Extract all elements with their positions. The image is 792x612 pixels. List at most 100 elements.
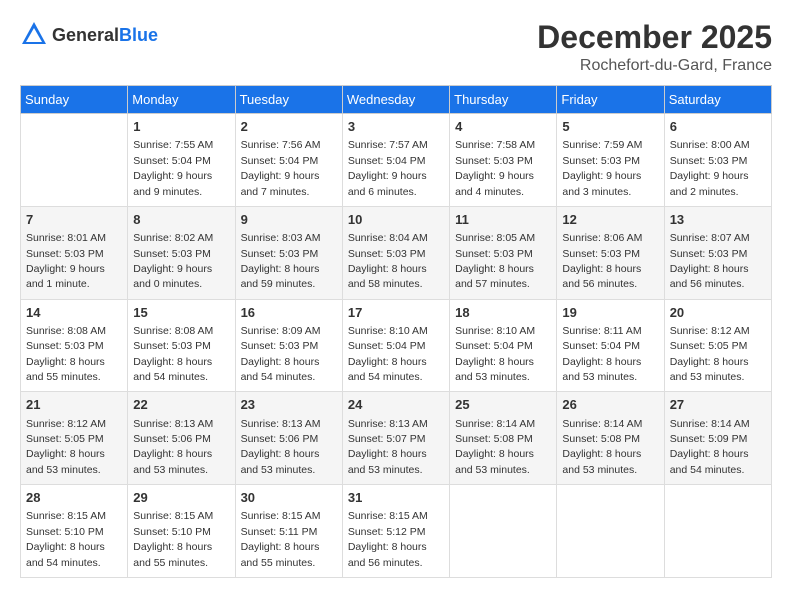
day-number: 29 [133,489,229,507]
day-number: 30 [241,489,337,507]
table-row: 15 Sunrise: 8:08 AMSunset: 5:03 PMDayligh… [128,299,235,392]
day-number: 9 [241,211,337,229]
table-row: 30 Sunrise: 8:15 AMSunset: 5:11 PMDayligh… [235,485,342,578]
table-row: 14 Sunrise: 8:08 AMSunset: 5:03 PMDayligh… [21,299,128,392]
page-container: GeneralBlue December 2025 Rochefort-du-G… [0,0,792,588]
day-number: 12 [562,211,658,229]
col-tuesday: Tuesday [235,86,342,114]
table-row: 21 Sunrise: 8:12 AMSunset: 5:05 PMDayligh… [21,392,128,485]
table-row: 19 Sunrise: 8:11 AMSunset: 5:04 PMDayligh… [557,299,664,392]
day-number: 26 [562,396,658,414]
day-number: 22 [133,396,229,414]
logo-blue: Blue [119,25,158,45]
col-monday: Monday [128,86,235,114]
day-number: 16 [241,304,337,322]
day-number: 13 [670,211,766,229]
table-row: 29 Sunrise: 8:15 AMSunset: 5:10 PMDayligh… [128,485,235,578]
calendar-header-row: Sunday Monday Tuesday Wednesday Thursday… [21,86,772,114]
day-info: Sunrise: 7:57 AMSunset: 5:04 PMDaylight:… [348,139,428,197]
day-number: 17 [348,304,444,322]
day-info: Sunrise: 8:12 AMSunset: 5:05 PMDaylight:… [26,418,106,476]
day-info: Sunrise: 8:06 AMSunset: 5:03 PMDaylight:… [562,232,642,290]
table-row: 9 Sunrise: 8:03 AMSunset: 5:03 PMDaylight… [235,206,342,299]
table-row: 7 Sunrise: 8:01 AMSunset: 5:03 PMDaylight… [21,206,128,299]
col-friday: Friday [557,86,664,114]
header: GeneralBlue December 2025 Rochefort-du-G… [20,20,772,75]
table-row: 11Sunrise: 8:05 AMSunset: 5:03 PMDayligh… [450,206,557,299]
day-info: Sunrise: 8:11 AMSunset: 5:04 PMDaylight:… [562,325,641,383]
day-number: 10 [348,211,444,229]
table-row: 26 Sunrise: 8:14 AMSunset: 5:08 PMDayligh… [557,392,664,485]
table-row: 12 Sunrise: 8:06 AMSunset: 5:03 PMDayligh… [557,206,664,299]
day-number: 2 [241,118,337,136]
day-info: Sunrise: 8:13 AMSunset: 5:07 PMDaylight:… [348,418,428,476]
day-number: 20 [670,304,766,322]
table-row: 22 Sunrise: 8:13 AMSunset: 5:06 PMDayligh… [128,392,235,485]
day-number: 4 [455,118,551,136]
table-row: 28 Sunrise: 8:15 AMSunset: 5:10 PMDayligh… [21,485,128,578]
day-info: Sunrise: 8:13 AMSunset: 5:06 PMDaylight:… [241,418,321,476]
col-thursday: Thursday [450,86,557,114]
day-info: Sunrise: 8:14 AMSunset: 5:08 PMDaylight:… [562,418,642,476]
table-row: 18 Sunrise: 8:10 AMSunset: 5:04 PMDayligh… [450,299,557,392]
day-number: 18 [455,304,551,322]
day-number: 28 [26,489,122,507]
logo-general: General [52,25,119,45]
col-sunday: Sunday [21,86,128,114]
day-number: 7 [26,211,122,229]
day-info: Sunrise: 8:15 AMSunset: 5:12 PMDaylight:… [348,510,428,568]
table-row: 1 Sunrise: 7:55 AMSunset: 5:04 PMDaylight… [128,114,235,207]
calendar-week-row: 21 Sunrise: 8:12 AMSunset: 5:05 PMDayligh… [21,392,772,485]
calendar-week-row: 28 Sunrise: 8:15 AMSunset: 5:10 PMDayligh… [21,485,772,578]
day-number: 8 [133,211,229,229]
calendar-week-row: 14 Sunrise: 8:08 AMSunset: 5:03 PMDayligh… [21,299,772,392]
day-info: Sunrise: 7:55 AMSunset: 5:04 PMDaylight:… [133,139,213,197]
table-row: 3 Sunrise: 7:57 AMSunset: 5:04 PMDaylight… [342,114,449,207]
day-number: 21 [26,396,122,414]
table-row: 20 Sunrise: 8:12 AMSunset: 5:05 PMDayligh… [664,299,771,392]
day-number: 19 [562,304,658,322]
table-row [21,114,128,207]
day-number: 1 [133,118,229,136]
table-row: 2 Sunrise: 7:56 AMSunset: 5:04 PMDaylight… [235,114,342,207]
day-number: 24 [348,396,444,414]
logo: GeneralBlue [20,20,158,51]
calendar-table: Sunday Monday Tuesday Wednesday Thursday… [20,85,772,578]
table-row: 10Sunrise: 8:04 AMSunset: 5:03 PMDayligh… [342,206,449,299]
day-number: 3 [348,118,444,136]
location: Rochefort-du-Gard, France [537,57,772,75]
day-info: Sunrise: 7:56 AMSunset: 5:04 PMDaylight:… [241,139,321,197]
day-number: 25 [455,396,551,414]
day-info: Sunrise: 8:13 AMSunset: 5:06 PMDaylight:… [133,418,213,476]
day-info: Sunrise: 8:03 AMSunset: 5:03 PMDaylight:… [241,232,321,290]
day-info: Sunrise: 8:07 AMSunset: 5:03 PMDaylight:… [670,232,750,290]
day-number: 15 [133,304,229,322]
day-info: Sunrise: 8:09 AMSunset: 5:03 PMDaylight:… [241,325,321,383]
table-row: 5Sunrise: 7:59 AMSunset: 5:03 PMDaylight… [557,114,664,207]
table-row [664,485,771,578]
day-info: Sunrise: 8:14 AMSunset: 5:08 PMDaylight:… [455,418,535,476]
day-number: 27 [670,396,766,414]
day-info: Sunrise: 8:15 AMSunset: 5:10 PMDaylight:… [133,510,213,568]
day-info: Sunrise: 8:01 AMSunset: 5:03 PMDaylight:… [26,232,106,290]
table-row: 24 Sunrise: 8:13 AMSunset: 5:07 PMDayligh… [342,392,449,485]
day-number: 14 [26,304,122,322]
day-info: Sunrise: 8:15 AMSunset: 5:10 PMDaylight:… [26,510,106,568]
logo-text: GeneralBlue [52,25,158,46]
table-row: 17Sunrise: 8:10 AMSunset: 5:04 PMDayligh… [342,299,449,392]
day-number: 31 [348,489,444,507]
logo-mark [20,20,48,51]
day-number: 23 [241,396,337,414]
calendar-week-row: 7 Sunrise: 8:01 AMSunset: 5:03 PMDaylight… [21,206,772,299]
day-info: Sunrise: 8:15 AMSunset: 5:11 PMDaylight:… [241,510,321,568]
day-info: Sunrise: 8:05 AMSunset: 5:03 PMDaylight:… [455,232,535,290]
day-info: Sunrise: 8:10 AMSunset: 5:04 PMDaylight:… [455,325,535,383]
day-info: Sunrise: 8:12 AMSunset: 5:05 PMDaylight:… [670,325,750,383]
col-saturday: Saturday [664,86,771,114]
day-info: Sunrise: 8:08 AMSunset: 5:03 PMDaylight:… [133,325,213,383]
table-row: 16 Sunrise: 8:09 AMSunset: 5:03 PMDayligh… [235,299,342,392]
table-row: 27 Sunrise: 8:14 AMSunset: 5:09 PMDayligh… [664,392,771,485]
day-info: Sunrise: 8:08 AMSunset: 5:03 PMDaylight:… [26,325,106,383]
day-info: Sunrise: 8:14 AMSunset: 5:09 PMDaylight:… [670,418,750,476]
day-number: 5 [562,118,658,136]
